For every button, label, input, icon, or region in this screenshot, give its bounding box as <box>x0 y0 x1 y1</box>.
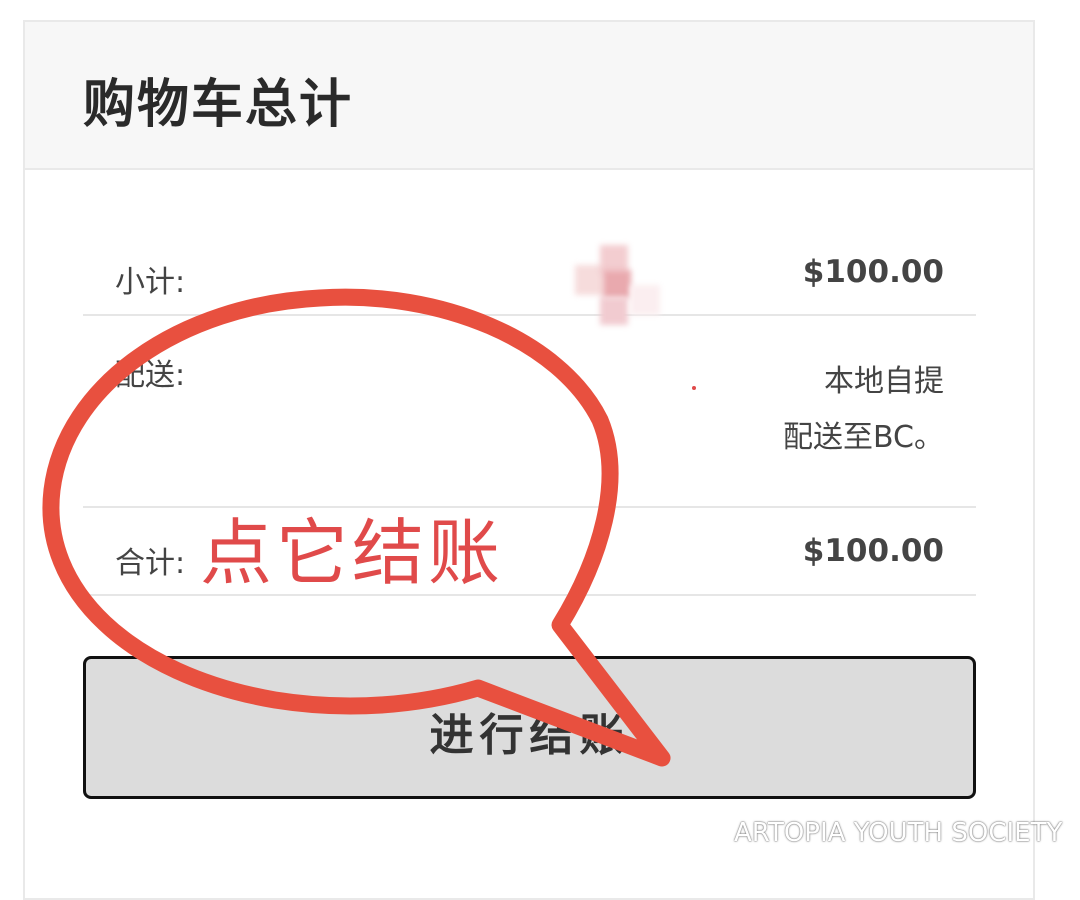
shipping-label: 配送: <box>115 358 186 393</box>
page-title: 购物车总计 <box>83 75 354 135</box>
total-label: 合计: <box>115 546 186 581</box>
wechat-icon <box>687 817 725 847</box>
total-value: $100.00 <box>802 533 944 569</box>
subtotal-label: 小计: <box>115 265 186 300</box>
watermark: ARTOPIA YOUTH SOCIETY <box>686 816 1062 850</box>
watermark-text: ARTOPIA YOUTH SOCIETY <box>734 818 1063 848</box>
shipping-method: 本地自提 <box>824 364 944 399</box>
callout-text: 点它结账 <box>200 511 505 595</box>
shipping-destination: 配送至BC。 <box>782 420 944 455</box>
panel-header: 购物车总计 <box>25 22 1033 170</box>
pixelated-mark <box>575 245 665 330</box>
divider <box>83 314 976 316</box>
red-dot <box>692 386 696 390</box>
checkout-button[interactable]: 进行结账 <box>83 656 976 799</box>
subtotal-value: $100.00 <box>802 254 944 290</box>
